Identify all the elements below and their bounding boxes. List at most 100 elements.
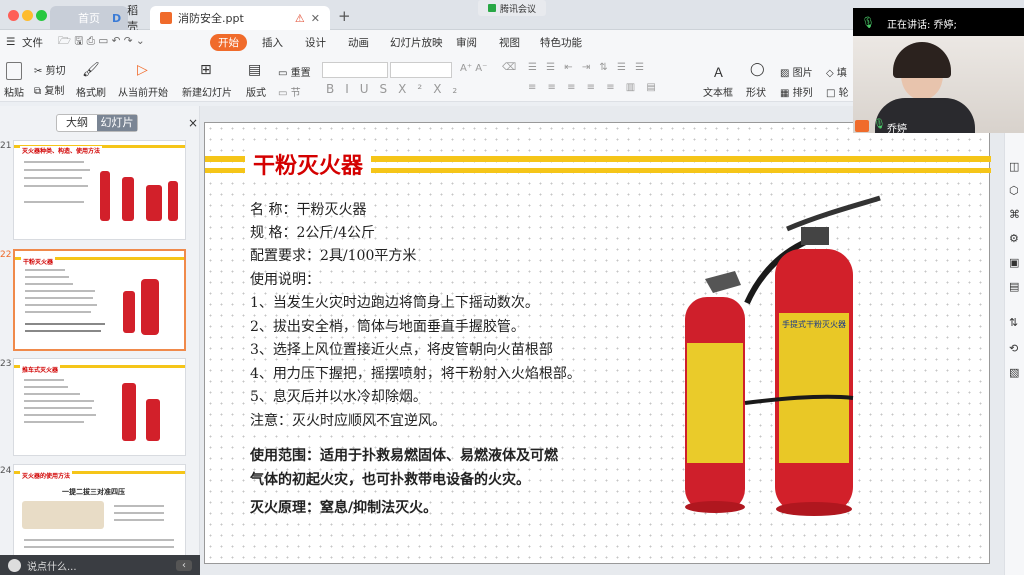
slide-thumbnail-22[interactable]: 干粉灭火器 xyxy=(13,249,186,351)
usage-step[interactable]: 5、息灭后并以水冷却除烟。 xyxy=(250,386,427,406)
slide-title[interactable]: 干粉灭火器 xyxy=(245,148,372,180)
menu-item-features[interactable]: 特色功能 xyxy=(540,35,582,50)
menu-item-home[interactable]: 开始 xyxy=(210,34,247,51)
slide-thumbnail-panel: 大纲 幻灯片 × 21 灭火器种类、构造、使用方法 22 干粉灭火器 23 推车… xyxy=(0,106,200,575)
new-slide-button[interactable]: 新建幻灯片 xyxy=(182,84,232,99)
slide-thumbnail-23[interactable]: 推车式灭火器 xyxy=(13,358,186,456)
usage-note[interactable]: 注意：灭火时应顺风不宜逆风。 xyxy=(250,410,446,430)
copy-button[interactable]: ⧉ 复制 xyxy=(34,82,64,97)
history-icon[interactable]: ⟲ xyxy=(1009,342,1018,355)
format-painter-button[interactable]: 格式刷 xyxy=(76,84,106,99)
menu-item-view[interactable]: 视图 xyxy=(499,35,520,50)
meeting-label: 腾讯会议 xyxy=(499,4,536,15)
thumb-text-line xyxy=(24,421,84,423)
menu-item-animation[interactable]: 动画 xyxy=(348,35,369,50)
picture-label: 图片 xyxy=(792,68,813,79)
thumb-text-line xyxy=(24,539,174,541)
tool-icon[interactable]: ⚙ xyxy=(1009,232,1019,245)
from-current-button[interactable]: 从当前开始 xyxy=(118,84,168,99)
tool-icon[interactable]: ⬡ xyxy=(1009,184,1019,197)
hamburger-menu-icon[interactable]: ☰ xyxy=(6,36,15,48)
cut-button[interactable]: ✂ 剪切 xyxy=(34,62,66,77)
usage-step[interactable]: 3、选择上风位置接近火点，将皮管朝向火苗根部 xyxy=(250,339,553,359)
section-button[interactable]: ▭ 节 xyxy=(278,84,301,99)
paste-button[interactable]: 粘贴 xyxy=(4,84,24,99)
video-call-window[interactable]: 🎙 正在讲话: 乔婷; 🎙 乔婷 xyxy=(853,8,1024,135)
layout-button[interactable]: 版式 xyxy=(246,84,266,99)
tool-icon[interactable]: ▣ xyxy=(1009,256,1019,269)
font-size-select[interactable] xyxy=(390,62,452,78)
usage-step[interactable]: 1、当发生火灾时边跑边将筒身上下摇动数次。 xyxy=(250,292,539,312)
tab-outline[interactable]: 大纲 xyxy=(57,115,97,131)
menu-item-insert[interactable]: 插入 xyxy=(262,35,283,50)
collapse-button[interactable]: ‹ xyxy=(176,559,192,571)
scope-line[interactable]: 气体的初起火灾，也可扑救带电设备的火灾。 xyxy=(250,469,530,489)
minimize-window-icon[interactable] xyxy=(22,10,33,21)
tab-close-icon[interactable]: ✕ xyxy=(311,12,320,25)
tool-icon[interactable]: ⇅ xyxy=(1009,316,1018,329)
textbox-button[interactable]: 文本框 xyxy=(703,84,733,99)
text-format-icons[interactable]: BIUSX²X₂ xyxy=(326,82,468,96)
spec-line[interactable]: 名 称：干粉灭火器 xyxy=(250,199,366,219)
shape-icon: ◯ xyxy=(750,62,765,77)
thumb-text-line xyxy=(114,512,164,514)
usage-heading[interactable]: 使用说明： xyxy=(250,269,320,289)
spec-line[interactable]: 规 格：2公斤/4公斤 xyxy=(250,222,375,242)
maximize-window-icon[interactable] xyxy=(36,10,47,21)
menu-item-review[interactable]: 审阅 xyxy=(456,35,477,50)
meeting-indicator[interactable]: 腾讯会议 xyxy=(478,0,546,16)
spec-line[interactable]: 配置要求：2具/100平方米 xyxy=(250,245,416,265)
scope-line[interactable]: 使用范围：适用于扑救易燃固体、易燃液体及可燃 xyxy=(250,445,558,465)
slide-thumbnail-24[interactable]: 灭火器的使用方法 一提二拔三对准四压 xyxy=(13,464,186,564)
tab-slides[interactable]: 幻灯片 xyxy=(97,115,137,131)
arrange-button[interactable]: ▦ 排列 xyxy=(780,84,813,99)
slide-thumbnail-21[interactable]: 灭火器种类、构造、使用方法 xyxy=(13,140,186,240)
usage-step[interactable]: 4、用力压下握把，摇摆喷射，将干粉射入火焰根部。 xyxy=(250,363,581,383)
menu-file[interactable]: 文件 xyxy=(22,35,43,50)
scissors-icon: ✂ xyxy=(34,66,46,77)
layout-icon: ▤ xyxy=(248,62,262,78)
menu-item-design[interactable]: 设计 xyxy=(305,35,326,50)
tool-icon[interactable]: ◫ xyxy=(1009,160,1019,173)
section-icon: ▭ xyxy=(278,88,291,99)
tab-document[interactable]: 消防安全.ppt ⚠ ✕ xyxy=(150,6,330,30)
new-tab-button[interactable]: + xyxy=(338,7,351,25)
reset-icon: ▭ xyxy=(278,68,291,79)
principle-line[interactable]: 灭火原理：窒息/抑制法灭火。 xyxy=(250,497,437,517)
shape-button[interactable]: 形状 xyxy=(746,84,766,99)
tool-icon[interactable]: ▧ xyxy=(1009,366,1019,379)
close-window-icon[interactable] xyxy=(8,10,19,21)
font-family-select[interactable] xyxy=(322,62,388,78)
clear-format-icon[interactable]: ⌫ xyxy=(502,62,516,73)
thumb-title: 灭火器种类、构造、使用方法 xyxy=(20,146,103,155)
tool-icon[interactable]: ⌘ xyxy=(1009,208,1020,221)
thumb-text-line xyxy=(24,379,64,381)
quick-access-icons[interactable]: 🗁 🖫 ⎙ ▭ ↶ ↷ ⌄ xyxy=(58,33,145,51)
ppt-file-icon xyxy=(160,12,172,24)
extinguisher-image xyxy=(100,171,110,221)
thumb-text-line xyxy=(24,185,88,187)
panel-close-icon[interactable]: × xyxy=(188,116,198,130)
chat-input-bar: 说点什么... ‹ xyxy=(0,555,200,575)
chat-input[interactable]: 说点什么... xyxy=(27,558,77,573)
warning-icon: ⚠ xyxy=(294,11,305,25)
thumb-text-line xyxy=(24,177,82,179)
paste-icon[interactable] xyxy=(6,62,22,83)
fire-extinguisher-image[interactable]: 手提式干粉灭火器 xyxy=(675,193,895,523)
thumb-number: 22 xyxy=(0,250,12,260)
picture-button[interactable]: ▨ 图片 xyxy=(780,64,813,79)
list-format-icons[interactable]: ☰ ☰ ⇤ ⇥ ⇅ ☰ ☰ xyxy=(528,62,647,73)
fill-icon: ◇ xyxy=(826,68,837,79)
fill-button[interactable]: ◇ 填 xyxy=(826,64,847,79)
tab-docer[interactable]: D 稻壳 xyxy=(102,4,152,33)
align-icons[interactable]: ≡ ≡ ≡ ≡ ≡ ▥ ▤ xyxy=(528,82,660,93)
font-size-adjust-icons[interactable]: A⁺ A⁻ xyxy=(460,63,487,74)
slide-canvas[interactable]: 干粉灭火器 名 称：干粉灭火器 规 格：2公斤/4公斤 配置要求：2具/100平… xyxy=(204,122,991,564)
speaking-indicator: 正在讲话: 乔婷; xyxy=(887,20,957,31)
outline-button[interactable]: □ 轮 xyxy=(826,84,849,99)
emoji-icon[interactable] xyxy=(8,558,21,572)
tool-icon[interactable]: ▤ xyxy=(1009,280,1019,293)
menu-item-slideshow[interactable]: 幻灯片放映 xyxy=(390,35,443,50)
reset-button[interactable]: ▭ 重置 xyxy=(278,64,311,79)
usage-step[interactable]: 2、拔出安全梢，筒体与地面垂直手握胶管。 xyxy=(250,316,525,336)
